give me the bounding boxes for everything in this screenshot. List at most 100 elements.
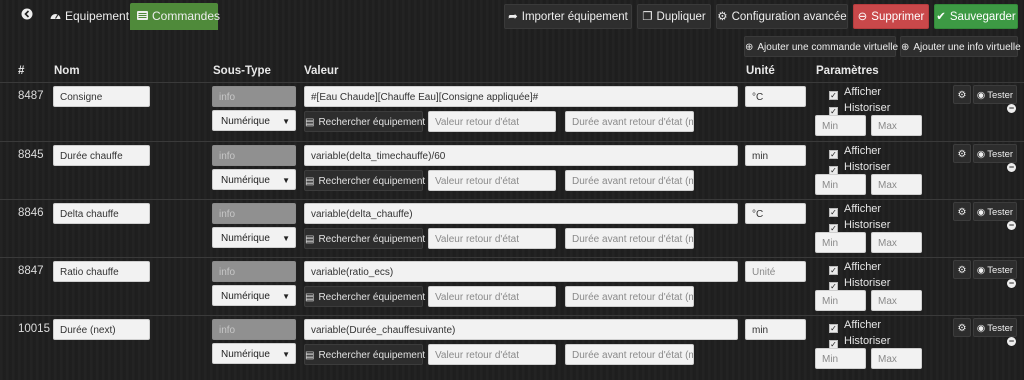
unite-input[interactable]: min	[745, 145, 806, 166]
command-name-input[interactable]: Durée (next)	[53, 319, 150, 340]
duree-retour-etat-input[interactable]: Durée avant retour d'état (mi	[565, 170, 694, 191]
valeur-input[interactable]: variable(ratio_ecs)	[304, 261, 738, 282]
historiser-label: Historiser	[844, 161, 891, 173]
list-alt-icon: ▤	[305, 234, 315, 245]
tester-button[interactable]: ◉ Tester	[973, 202, 1017, 221]
rss-icon: ◉	[976, 149, 986, 160]
valeur-input[interactable]: variable(delta_chauffe)	[304, 203, 738, 224]
command-name-input[interactable]: Consigne	[53, 86, 150, 107]
min-input[interactable]: Min	[815, 290, 866, 311]
afficher-checkbox[interactable]: ✓	[829, 266, 838, 275]
back-tab[interactable]	[14, 3, 40, 30]
type-info-field: info	[212, 203, 296, 224]
valeur-input[interactable]: variable(Durée_chauffesuivante)	[304, 319, 738, 340]
max-input[interactable]: Max	[871, 115, 922, 136]
remove-row-icon[interactable]: −	[1007, 104, 1016, 113]
ajouter-info-virtuelle-button[interactable]: ⊕ Ajouter une info virtuelle	[900, 36, 1021, 57]
duree-retour-etat-input[interactable]: Durée avant retour d'état (mi	[565, 286, 694, 307]
cogs-icon[interactable]: ⚙	[953, 144, 971, 163]
rechercher-equipement-button[interactable]: ▤ Rechercher équipement	[304, 228, 425, 249]
cogs-icon[interactable]: ⚙	[953, 85, 971, 104]
sous-type-select[interactable]: Numérique ▼	[212, 343, 296, 364]
min-input[interactable]: Min	[815, 174, 866, 195]
rechercher-equipement-button[interactable]: ▤ Rechercher équipement	[304, 344, 425, 365]
tab-bar: Equipement Commandes ➦ Importer équipemen…	[0, 0, 1024, 33]
unite-input[interactable]: min	[745, 319, 806, 340]
cogs-icon[interactable]: ⚙	[953, 202, 971, 221]
tab-commandes[interactable]: Commandes	[130, 3, 221, 30]
caret-down-icon: ▼	[282, 292, 290, 301]
configuration-avancee-button[interactable]: ⚙ Configuration avancée	[716, 4, 848, 29]
plus-circle-icon: ⊕	[901, 42, 910, 53]
minus-circle-icon: ⊖	[857, 11, 868, 23]
valeur-input[interactable]: variable(delta_timechauffe)/60	[304, 145, 738, 166]
remove-row-icon[interactable]: −	[1007, 221, 1016, 230]
afficher-label: Afficher	[844, 145, 882, 157]
min-input[interactable]: Min	[815, 348, 866, 369]
valeur-retour-etat-input[interactable]: Valeur retour d'état	[428, 111, 556, 132]
ajouter-commande-virtuelle-button[interactable]: ⊕ Ajouter une commande virtuelle	[744, 36, 898, 57]
historiser-label: Historiser	[844, 335, 891, 347]
rss-icon: ◉	[976, 90, 986, 101]
caret-down-icon: ▼	[282, 350, 290, 359]
table-row: 8846 Delta chauffe info Numérique ▼ varia…	[0, 199, 1024, 256]
remove-row-icon[interactable]: −	[1007, 279, 1016, 288]
duree-retour-etat-input[interactable]: Durée avant retour d'état (mi	[565, 111, 694, 132]
max-input[interactable]: Max	[871, 232, 922, 253]
unite-input[interactable]: Unité	[745, 261, 806, 282]
command-name-input[interactable]: Delta chauffe	[53, 203, 150, 224]
min-input[interactable]: Min	[815, 115, 866, 136]
afficher-checkbox[interactable]: ✓	[829, 324, 838, 333]
rechercher-equipement-button[interactable]: ▤ Rechercher équipement	[304, 286, 425, 307]
valeur-input[interactable]: #[Eau Chaude][Chauffe Eau][Consigne appl…	[304, 86, 738, 107]
rechercher-equipement-button[interactable]: ▤ Rechercher équipement	[304, 170, 425, 191]
unite-input[interactable]: °C	[745, 86, 806, 107]
table-row: 8487 Consigne info Numérique ▼ #[Eau Chau…	[0, 82, 1024, 139]
command-name-input[interactable]: Durée chauffe	[53, 145, 150, 166]
dupliquer-button[interactable]: ❐ Dupliquer	[637, 4, 711, 29]
sous-type-select[interactable]: Numérique ▼	[212, 227, 296, 248]
list-icon	[137, 3, 148, 30]
table-row: 8845 Durée chauffe info Numérique ▼ varia…	[0, 141, 1024, 198]
caret-down-icon: ▼	[282, 176, 290, 185]
valeur-retour-etat-input[interactable]: Valeur retour d'état	[428, 228, 556, 249]
sous-type-select[interactable]: Numérique ▼	[212, 285, 296, 306]
duree-retour-etat-input[interactable]: Durée avant retour d'état (mi	[565, 228, 694, 249]
afficher-checkbox[interactable]: ✓	[829, 91, 838, 100]
tab-equipement[interactable]: Equipement	[44, 3, 129, 30]
tab-commandes-label: Commandes	[152, 9, 221, 23]
sauvegarder-button[interactable]: ✔ Sauvegarder	[934, 4, 1018, 29]
copy-icon: ❐	[642, 11, 653, 23]
list-alt-icon: ▤	[305, 350, 315, 361]
rechercher-equipement-button[interactable]: ▤ Rechercher équipement	[304, 111, 425, 132]
sous-type-select[interactable]: Numérique ▼	[212, 110, 296, 131]
remove-row-icon[interactable]: −	[1007, 163, 1016, 172]
tester-button[interactable]: ◉ Tester	[973, 144, 1017, 163]
tester-button[interactable]: ◉ Tester	[973, 318, 1017, 337]
max-input[interactable]: Max	[871, 174, 922, 195]
command-id: 8845	[18, 149, 44, 161]
supprimer-button[interactable]: ⊖ Supprimer	[853, 4, 929, 29]
historiser-label: Historiser	[844, 102, 891, 114]
afficher-checkbox[interactable]: ✓	[829, 208, 838, 217]
historiser-label: Historiser	[844, 219, 891, 231]
command-name-input[interactable]: Ratio chauffe	[53, 261, 150, 282]
valeur-retour-etat-input[interactable]: Valeur retour d'état	[428, 344, 556, 365]
min-input[interactable]: Min	[815, 232, 866, 253]
importer-equipement-button[interactable]: ➦ Importer équipement	[504, 4, 632, 29]
afficher-checkbox[interactable]: ✓	[829, 150, 838, 159]
max-input[interactable]: Max	[871, 348, 922, 369]
tester-button[interactable]: ◉ Tester	[973, 260, 1017, 279]
type-info-field: info	[212, 86, 296, 107]
remove-row-icon[interactable]: −	[1007, 337, 1016, 346]
tester-button[interactable]: ◉ Tester	[973, 85, 1017, 104]
cogs-icon[interactable]: ⚙	[953, 260, 971, 279]
unite-input[interactable]: °C	[745, 203, 806, 224]
max-input[interactable]: Max	[871, 290, 922, 311]
cogs-icon[interactable]: ⚙	[953, 318, 971, 337]
rss-icon: ◉	[976, 265, 986, 276]
sous-type-select[interactable]: Numérique ▼	[212, 169, 296, 190]
valeur-retour-etat-input[interactable]: Valeur retour d'état	[428, 286, 556, 307]
valeur-retour-etat-input[interactable]: Valeur retour d'état	[428, 170, 556, 191]
duree-retour-etat-input[interactable]: Durée avant retour d'état (mi	[565, 344, 694, 365]
